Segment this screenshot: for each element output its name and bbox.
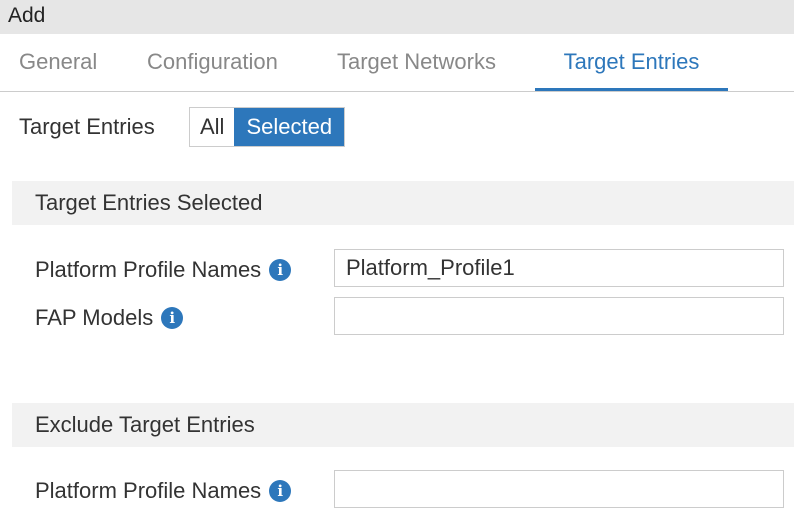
- label-text: Platform Profile Names: [35, 478, 262, 503]
- dialog-title: Add: [0, 0, 794, 34]
- toggle-selected-button[interactable]: Selected: [234, 108, 345, 146]
- tab-general[interactable]: General: [19, 34, 97, 91]
- tab-configuration[interactable]: Configuration: [147, 34, 278, 91]
- platform-profile-names-input[interactable]: [334, 249, 784, 287]
- field-label-exclude-platform-profile-names: Platform Profile Names i: [35, 478, 292, 504]
- info-circle-icon[interactable]: i: [269, 480, 292, 502]
- field-label-platform-profile-names: Platform Profile Names i: [35, 257, 292, 283]
- tab-target-networks[interactable]: Target Networks: [337, 34, 496, 91]
- fap-models-input[interactable]: [334, 297, 784, 335]
- tab-target-entries[interactable]: Target Entries: [535, 34, 728, 91]
- label-text: Platform Profile Names: [35, 257, 262, 282]
- info-circle-icon[interactable]: i: [161, 307, 184, 329]
- info-circle-icon[interactable]: i: [269, 259, 292, 281]
- field-label-fap-models: FAP Models i: [35, 305, 184, 331]
- section-header-exclude: Exclude Target Entries: [12, 403, 794, 447]
- tab-bar: General Configuration Target Networks Ta…: [0, 34, 794, 92]
- toggle-all-button[interactable]: All: [190, 108, 234, 146]
- exclude-platform-profile-names-input[interactable]: [334, 470, 784, 508]
- target-entries-toggle: All Selected: [189, 107, 346, 147]
- label-text: FAP Models: [35, 305, 154, 330]
- section-header-selected: Target Entries Selected: [12, 181, 794, 225]
- target-entries-label: Target Entries: [19, 114, 155, 139]
